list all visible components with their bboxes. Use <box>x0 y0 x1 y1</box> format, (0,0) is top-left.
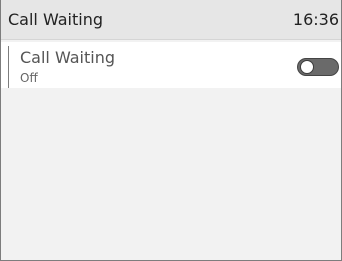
clock-time: 16:36 <box>292 10 339 29</box>
call-waiting-status: Off <box>20 71 38 85</box>
page-title: Call Waiting <box>8 10 104 29</box>
call-waiting-screen: Call Waiting 16:36 Call Waiting Off <box>0 0 342 261</box>
call-waiting-setting-row[interactable]: Call Waiting Off <box>1 42 341 88</box>
call-waiting-label: Call Waiting <box>20 48 116 67</box>
call-waiting-toggle[interactable] <box>297 58 339 76</box>
selection-marker <box>8 46 9 88</box>
header-bar: Call Waiting 16:36 <box>1 0 341 40</box>
empty-content-area <box>1 88 341 260</box>
toggle-switch-off-icon <box>300 60 314 74</box>
